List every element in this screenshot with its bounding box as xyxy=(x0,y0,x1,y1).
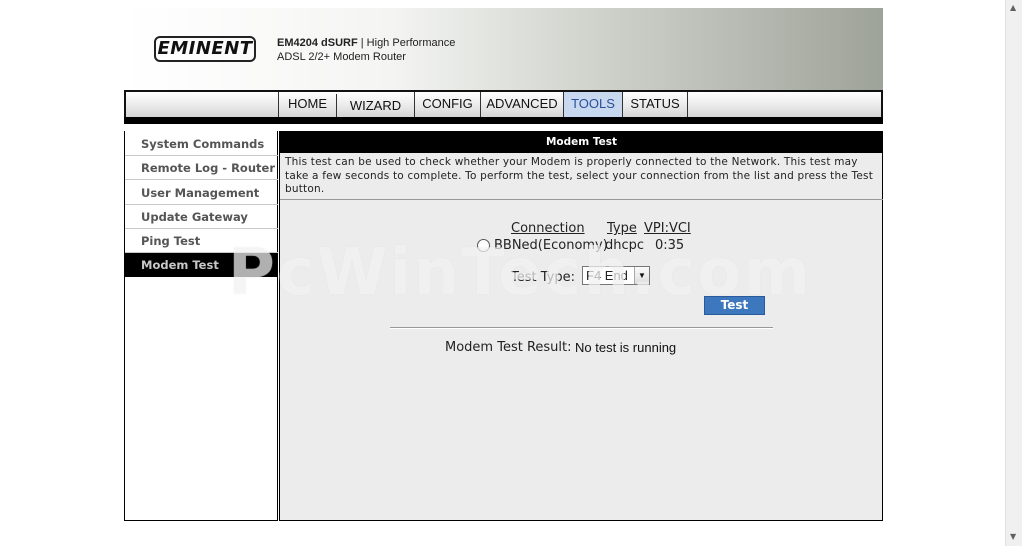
connection-type: dhcpc xyxy=(605,238,645,253)
connection-column-header: Connection xyxy=(511,221,585,236)
main-nav: HOME WIZARD CONFIG ADVANCED TOOLS STATUS xyxy=(124,90,883,120)
result-label: Modem Test Result: xyxy=(445,340,572,355)
product-tagline: | High Performance xyxy=(360,37,456,49)
tab-status[interactable]: STATUS xyxy=(622,92,688,118)
tab-config[interactable]: CONFIG xyxy=(414,92,480,118)
browser-scrollbar[interactable]: ▲ ▼ xyxy=(1005,0,1022,546)
sidebar-item-modem-test[interactable]: Modem Test xyxy=(125,253,278,277)
sidebar-item-system-commands[interactable]: System Commands xyxy=(125,132,278,156)
test-type-select[interactable]: F4 End ▼ xyxy=(582,266,650,285)
tab-advanced[interactable]: ADVANCED xyxy=(480,92,563,118)
chevron-down-icon: ▼ xyxy=(634,267,649,284)
product-title: EM4204 dSURF | High Performance xyxy=(277,37,455,49)
tab-home[interactable]: HOME xyxy=(278,92,336,118)
vpivci-column-header: VPI:VCI xyxy=(644,221,691,236)
sidebar-item-remote-log[interactable]: Remote Log - Router xyxy=(125,156,278,180)
test-button[interactable]: Test xyxy=(704,296,765,315)
sidebar-item-user-management[interactable]: User Management xyxy=(125,181,278,205)
nav-divider xyxy=(124,117,883,124)
header-banner: EMINENT EM4204 dSURF | High Performance … xyxy=(124,8,883,90)
divider xyxy=(390,327,773,329)
type-column-header: Type xyxy=(607,221,637,236)
panel-title: Modem Test xyxy=(280,131,883,153)
eminent-logo: EMINENT xyxy=(154,36,256,62)
panel-description: This test can be used to check whether y… xyxy=(280,153,883,200)
result-value: No test is running xyxy=(575,340,677,355)
connection-name: BBNed(Economy) xyxy=(494,238,608,253)
product-subtitle: ADSL 2/2+ Modem Router xyxy=(277,51,406,63)
sidebar-item-ping-test[interactable]: Ping Test xyxy=(125,229,278,253)
test-type-label: Test Type: xyxy=(511,270,575,285)
connection-radio[interactable] xyxy=(477,239,490,252)
test-type-value: F4 End xyxy=(586,268,628,283)
connection-vpivci: 0:35 xyxy=(655,238,685,253)
product-model: EM4204 dSURF xyxy=(277,37,358,49)
sidebar: System Commands Remote Log - Router User… xyxy=(124,131,278,521)
sidebar-item-update-gateway[interactable]: Update Gateway xyxy=(125,205,278,229)
tab-tools[interactable]: TOOLS xyxy=(563,92,622,118)
scroll-up-icon[interactable]: ▲ xyxy=(1010,4,1016,12)
main-panel: Modem Test This test can be used to chec… xyxy=(279,131,883,521)
scroll-down-icon[interactable]: ▼ xyxy=(1010,533,1016,541)
